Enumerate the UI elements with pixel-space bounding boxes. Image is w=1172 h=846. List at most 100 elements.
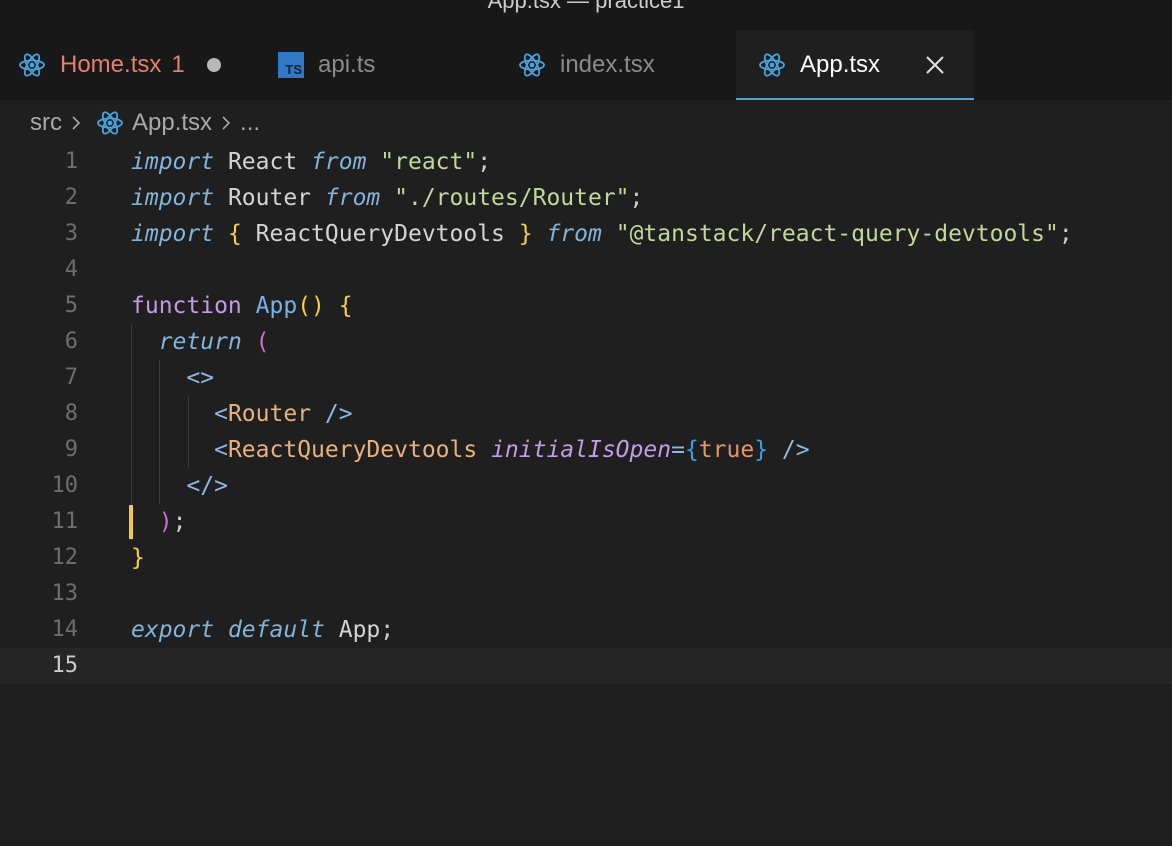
tab-label: Home.tsx [60,51,162,78]
code-text: } [131,540,145,576]
tab-index-tsx[interactable]: index.tsx [518,30,655,100]
code-token: ) [158,509,173,535]
code-line[interactable]: 10 </> [0,468,1172,504]
problem-count-badge: 1 [171,51,185,78]
code-token: Router [214,185,325,211]
code-token: import [131,149,215,175]
text-cursor [129,505,133,539]
code-text: import { ReactQueryDevtools } from "@tan… [131,216,1073,252]
code-text: import Router from "./routes/Router"; [131,180,643,216]
code-line[interactable]: 6 return ( [0,324,1172,360]
code-token: initialIsOpen [491,437,672,463]
code-token: default [227,617,325,643]
code-token: < [214,401,228,427]
tab-app-tsx[interactable]: App.tsx [736,30,974,100]
code-token: ReactQueryDevtools [227,437,478,463]
code-token: ; [477,149,492,175]
code-token: < [214,437,228,463]
breadcrumb-folder[interactable]: src [30,109,62,137]
code-token: React [214,149,312,175]
code-line[interactable]: 9 <ReactQueryDevtools initialIsOpen={tru… [0,432,1172,468]
code-token: ( [255,329,270,355]
react-icon [759,53,785,77]
code-token: } [518,221,533,247]
code-token: App [324,617,381,643]
code-token: ; [1058,221,1073,247]
line-number: 15 [51,653,79,678]
code-line[interactable]: 11 ); [0,504,1172,540]
code-token: "react" [380,149,478,175]
code-text: </> [131,468,228,504]
code-text: <ReactQueryDevtools initialIsOpen={true}… [131,432,810,468]
line-number: 11 [51,509,79,534]
code-text: <> [131,360,214,396]
code-token: } [131,545,145,571]
line-number: 1 [64,149,78,174]
react-icon [519,53,545,77]
code-line[interactable]: 5 function App() { [0,288,1172,324]
close-icon[interactable] [924,54,946,76]
code-token: App [255,293,298,319]
tab-label: App.tsx [800,51,881,78]
title-bar: App.tsx — practice1 [0,0,1172,30]
unsaved-dot-icon[interactable] [206,58,221,72]
code-line[interactable]: 2 import Router from "./routes/Router"; [0,180,1172,216]
tab-home-tsx[interactable]: Home.tsx 1 [18,30,221,100]
code-line[interactable]: 12} [0,540,1172,576]
tab-api-ts[interactable]: TS api.ts [278,30,375,100]
code-token: import [131,221,215,247]
code-editor[interactable]: 15 14 export default App; 13 12} 11 ); 10 </> 9… [0,144,1172,846]
code-line[interactable]: 13 [0,576,1172,612]
code-token: return [158,329,242,355]
code-token: () [297,293,325,319]
code-line[interactable]: 14 export default App; [0,612,1172,648]
code-token: function [131,293,242,319]
indent-guide [159,360,160,504]
active-tab-indicator [736,98,974,100]
tab-label: index.tsx [560,51,655,78]
code-token: ReactQueryDevtools [241,221,519,247]
code-token: { [338,293,353,319]
code-token: /> [781,437,810,463]
line-number: 7 [64,365,78,390]
code-token: from [324,185,381,211]
line-number: 10 [51,473,79,498]
code-token: { [684,437,699,463]
code-line[interactable]: 7 <> [0,360,1172,396]
breadcrumb-more[interactable]: ... [240,109,260,137]
breadcrumb-file[interactable]: App.tsx [132,109,212,137]
code-text: function App() { [131,288,353,324]
code-text: return ( [131,324,270,360]
code-line[interactable]: 4 [0,252,1172,288]
code-token: ; [172,509,187,535]
line-number: 3 [64,221,78,246]
code-line[interactable]: 3 import { ReactQueryDevtools } from "@ta… [0,216,1172,252]
code-line[interactable]: 15 [0,648,1172,684]
line-number: 14 [51,617,79,642]
react-icon [19,53,45,77]
code-line[interactable]: 1 import React from "react"; [0,144,1172,180]
code-token: "./routes/Router" [394,185,630,211]
tab-label: api.ts [318,51,376,78]
line-number: 12 [51,545,79,570]
code-line[interactable]: 8 <Router /> [0,396,1172,432]
code-token: <> [186,365,215,391]
code-text: <Router /> [131,396,353,432]
code-token: { [227,221,242,247]
code-text: ); [131,504,187,540]
chevron-right-icon [72,116,81,130]
line-number: 8 [64,401,78,426]
tab-bar: Home.tsx 1 TS api.ts index.tsx App.tsx [0,30,1172,100]
